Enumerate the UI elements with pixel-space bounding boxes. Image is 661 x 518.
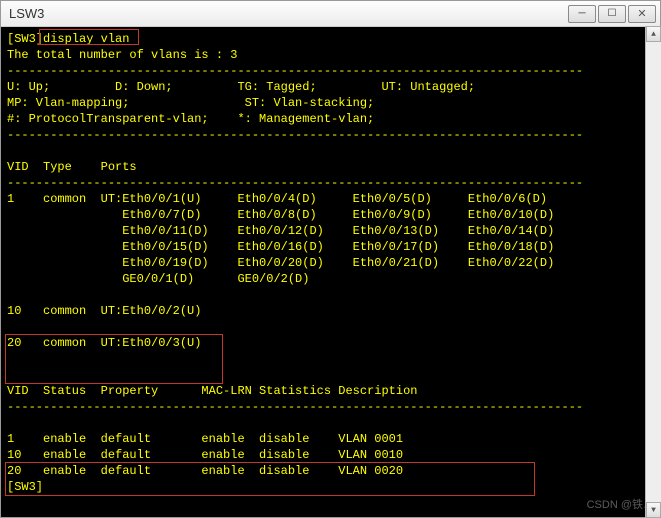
divider-line: ----------------------------------------… — [7, 400, 583, 414]
close-button[interactable]: ✕ — [628, 5, 656, 23]
app-window: LSW3 ─ ☐ ✕ [SW3]display vlan The total n… — [0, 0, 661, 518]
end-prompt: [SW3] — [7, 480, 43, 494]
watermark: CSDN @铁… — [587, 497, 654, 513]
prompt: [SW3] — [7, 32, 43, 46]
scroll-up-button[interactable]: ▲ — [646, 26, 661, 42]
legend-line-2: MP: Vlan-mapping; ST: Vlan-stacking; — [7, 96, 374, 110]
titlebar: LSW3 ─ ☐ ✕ — [1, 1, 660, 27]
window-controls: ─ ☐ ✕ — [568, 5, 656, 23]
minimize-button[interactable]: ─ — [568, 5, 596, 23]
scroll-down-button[interactable]: ▼ — [646, 502, 661, 518]
scrollbar[interactable]: ▲ ▼ — [645, 26, 661, 518]
divider-line: ----------------------------------------… — [7, 64, 583, 78]
command-text: display vlan — [43, 32, 129, 46]
divider-line: ----------------------------------------… — [7, 128, 583, 142]
divider-line: ----------------------------------------… — [7, 176, 583, 190]
legend-line-3: #: ProtocolTransparent-vlan; *: Manageme… — [7, 112, 374, 126]
terminal[interactable]: [SW3]display vlan The total number of vl… — [1, 27, 660, 517]
scroll-track[interactable] — [646, 42, 661, 502]
table-header-status: VID Status Property MAC-LRN Statistics D… — [7, 384, 417, 398]
total-vlans-line: The total number of vlans is : 3 — [7, 48, 237, 62]
maximize-button[interactable]: ☐ — [598, 5, 626, 23]
legend-line-1: U: Up; D: Down; TG: Tagged; UT: Untagged… — [7, 80, 475, 94]
window-title: LSW3 — [9, 6, 44, 21]
table-row: 1 common UT:Eth0/0/1(U) Eth0/0/4(D) Eth0… — [7, 192, 554, 350]
table-header-ports: VID Type Ports — [7, 160, 137, 174]
status-rows: 1 enable default enable disable VLAN 000… — [7, 432, 403, 478]
